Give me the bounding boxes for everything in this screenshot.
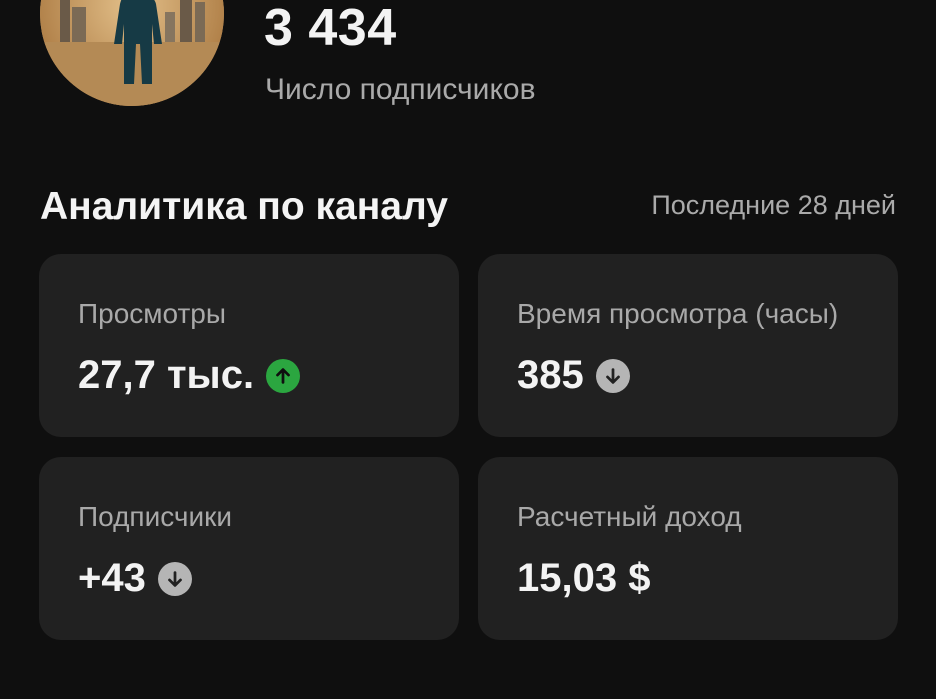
subscriber-label: Число подписчиков — [265, 73, 536, 106]
metric-value: 27,7 тыс. — [78, 353, 255, 397]
arrow-down-icon — [157, 562, 192, 596]
metric-card-revenue[interactable]: Расчетный доход 15,03 $ — [478, 457, 898, 640]
metric-value: 385 — [517, 353, 584, 397]
metric-card-subscribers[interactable]: Подписчики +43 — [39, 457, 459, 640]
metric-value: 15,03 $ — [517, 556, 651, 600]
metric-label: Подписчики — [78, 501, 233, 532]
subscriber-count: 3 434 — [264, 0, 397, 57]
metric-card-views[interactable]: Просмотры 27,7 тыс. — [39, 254, 459, 437]
metric-value: +43 — [78, 556, 146, 600]
analytics-section-title: Аналитика по каналу — [40, 185, 448, 228]
metric-label: Расчетный доход — [517, 501, 742, 532]
avatar-image — [40, 0, 224, 106]
channel-avatar[interactable] — [40, 0, 224, 106]
metric-card-watch-time[interactable]: Время просмотра (часы) 385 — [478, 254, 898, 437]
arrow-up-icon — [266, 359, 301, 393]
arrow-down-icon — [595, 359, 630, 393]
period-selector[interactable]: Последние 28 дней — [651, 189, 896, 221]
metric-label: Время просмотра (часы) — [517, 298, 839, 329]
metric-label: Просмотры — [78, 298, 226, 329]
